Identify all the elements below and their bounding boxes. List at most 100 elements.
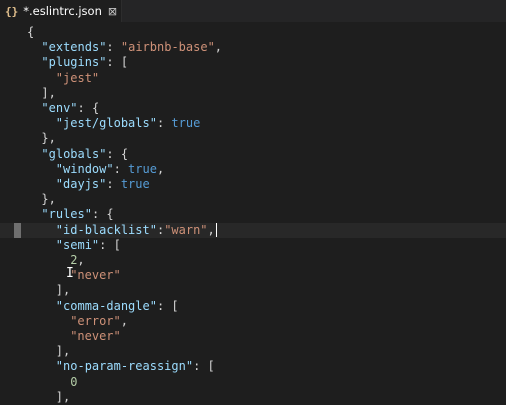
code-text: "jest/globals": true xyxy=(56,116,201,131)
code-token: ], xyxy=(55,344,71,359)
code-line[interactable]: ], xyxy=(0,86,506,101)
code-line[interactable]: }, xyxy=(0,192,506,207)
code-token: "globals" xyxy=(41,146,107,161)
code-token: "warn" xyxy=(164,222,208,237)
text-cursor xyxy=(215,223,217,238)
code-text: "extends": "airbnb-base", xyxy=(41,40,222,55)
code-text: 0 xyxy=(70,375,77,390)
code-line[interactable]: "rules": { xyxy=(0,207,506,222)
code-text: "id-blacklist":"warn", xyxy=(56,223,217,238)
code-token: "error" xyxy=(70,313,121,328)
code-text: "plugins": [ xyxy=(41,55,128,70)
code-token: 0 xyxy=(70,374,78,389)
code-token: : { xyxy=(106,146,129,161)
code-token: true xyxy=(171,116,201,131)
code-token: , xyxy=(77,253,85,267)
code-line[interactable]: "plugins": [ xyxy=(0,55,506,70)
code-text: "semi": [ xyxy=(56,238,121,253)
code-line[interactable]: }, xyxy=(0,131,506,146)
code-token: }, xyxy=(41,131,56,146)
code-line[interactable]: 0 xyxy=(0,375,506,390)
code-line[interactable]: "error", xyxy=(0,314,506,329)
code-text: }, xyxy=(41,131,55,146)
code-text: "no-param-reassign": [ xyxy=(56,359,215,374)
code-line[interactable]: "env": { xyxy=(0,101,506,116)
code-token: { xyxy=(27,25,35,39)
code-line[interactable]: "extends": "airbnb-base", xyxy=(0,40,506,55)
code-text: "globals": { xyxy=(41,147,128,162)
code-text: ], xyxy=(56,390,70,405)
code-line[interactable]: "no-param-reassign": [ xyxy=(0,359,506,374)
code-text: ], xyxy=(41,86,55,101)
code-token: "no-param-reassign" xyxy=(55,359,194,374)
code-token: : xyxy=(113,161,129,176)
code-text: "jest" xyxy=(56,71,99,86)
code-token: "extends" xyxy=(41,40,107,55)
code-text: }, xyxy=(41,192,55,207)
code-text: ], xyxy=(56,283,70,298)
code-line[interactable]: "never" xyxy=(0,329,506,344)
code-editor[interactable]: {"extends": "airbnb-base", "plugins": ["j… xyxy=(0,22,506,404)
code-line[interactable]: "comma-dangle": [ xyxy=(0,299,506,314)
code-line[interactable]: "window": true, xyxy=(0,162,506,177)
code-line[interactable]: "dayjs": true xyxy=(0,177,506,192)
code-line[interactable]: ], xyxy=(0,344,506,359)
code-line[interactable]: { xyxy=(0,25,506,40)
close-icon[interactable]: ⊠ xyxy=(108,5,117,18)
code-token: : [ xyxy=(99,237,121,252)
code-text: "dayjs": true xyxy=(56,177,150,192)
code-token: "dayjs" xyxy=(55,177,107,191)
code-token: : { xyxy=(77,101,100,115)
current-line-marker xyxy=(14,222,21,238)
code-token: "never" xyxy=(70,268,121,283)
code-text: "error", xyxy=(70,314,128,329)
code-token: "plugins" xyxy=(41,55,107,70)
code-text: "env": { xyxy=(41,101,99,116)
code-token: "env" xyxy=(41,101,78,115)
code-token: true xyxy=(128,161,157,176)
editor-tab-bar: {} *.eslintrc.json ⊠ xyxy=(0,0,506,23)
code-token: : xyxy=(106,40,121,55)
code-token: ], xyxy=(55,283,71,298)
code-line[interactable]: "jest/globals": true xyxy=(0,116,506,131)
code-token: "window" xyxy=(55,161,114,176)
code-line[interactable]: ], xyxy=(0,283,506,298)
code-line[interactable]: "never" xyxy=(0,268,506,283)
code-text: "comma-dangle": [ xyxy=(56,299,179,314)
code-line[interactable]: "jest" xyxy=(0,71,506,86)
code-line[interactable]: 2, xyxy=(0,253,506,268)
code-text: { xyxy=(27,25,34,40)
code-token: "comma-dangle" xyxy=(55,298,157,313)
code-line-current[interactable]: "id-blacklist":"warn", xyxy=(0,222,506,238)
code-token: "jest/globals" xyxy=(55,116,157,131)
code-token: : { xyxy=(91,207,114,222)
code-token: : xyxy=(156,116,172,131)
tab-eslintrc[interactable]: {} *.eslintrc.json ⊠ xyxy=(0,0,122,22)
code-token: "never" xyxy=(70,329,121,343)
code-token: , xyxy=(120,313,128,328)
code-token: "id-blacklist" xyxy=(55,222,157,237)
code-token: true xyxy=(120,177,150,191)
code-token: : [ xyxy=(193,359,215,374)
code-token: , xyxy=(214,40,223,55)
code-token: : xyxy=(106,177,121,191)
code-token: }, xyxy=(41,192,56,207)
mouse-ibeam-icon: I xyxy=(66,266,74,281)
code-text: "never" xyxy=(70,268,121,283)
code-text: ], xyxy=(56,344,70,359)
code-line[interactable]: "globals": { xyxy=(0,147,506,162)
code-token: ], xyxy=(41,85,56,100)
code-text: "never" xyxy=(70,329,121,344)
json-file-icon: {} xyxy=(5,4,19,18)
code-token: , xyxy=(156,161,165,176)
code-text: "window": true, xyxy=(56,162,164,177)
code-text: "rules": { xyxy=(41,207,113,222)
code-line[interactable]: "semi": [ xyxy=(0,238,506,253)
code-token: ], xyxy=(55,389,71,404)
code-token: , xyxy=(207,222,215,237)
code-token: : [ xyxy=(106,55,129,70)
code-line[interactable]: ], xyxy=(0,390,506,405)
tab-title: *.eslintrc.json xyxy=(23,4,102,18)
code-token: "jest" xyxy=(55,70,100,85)
code-token: "rules" xyxy=(41,207,92,222)
